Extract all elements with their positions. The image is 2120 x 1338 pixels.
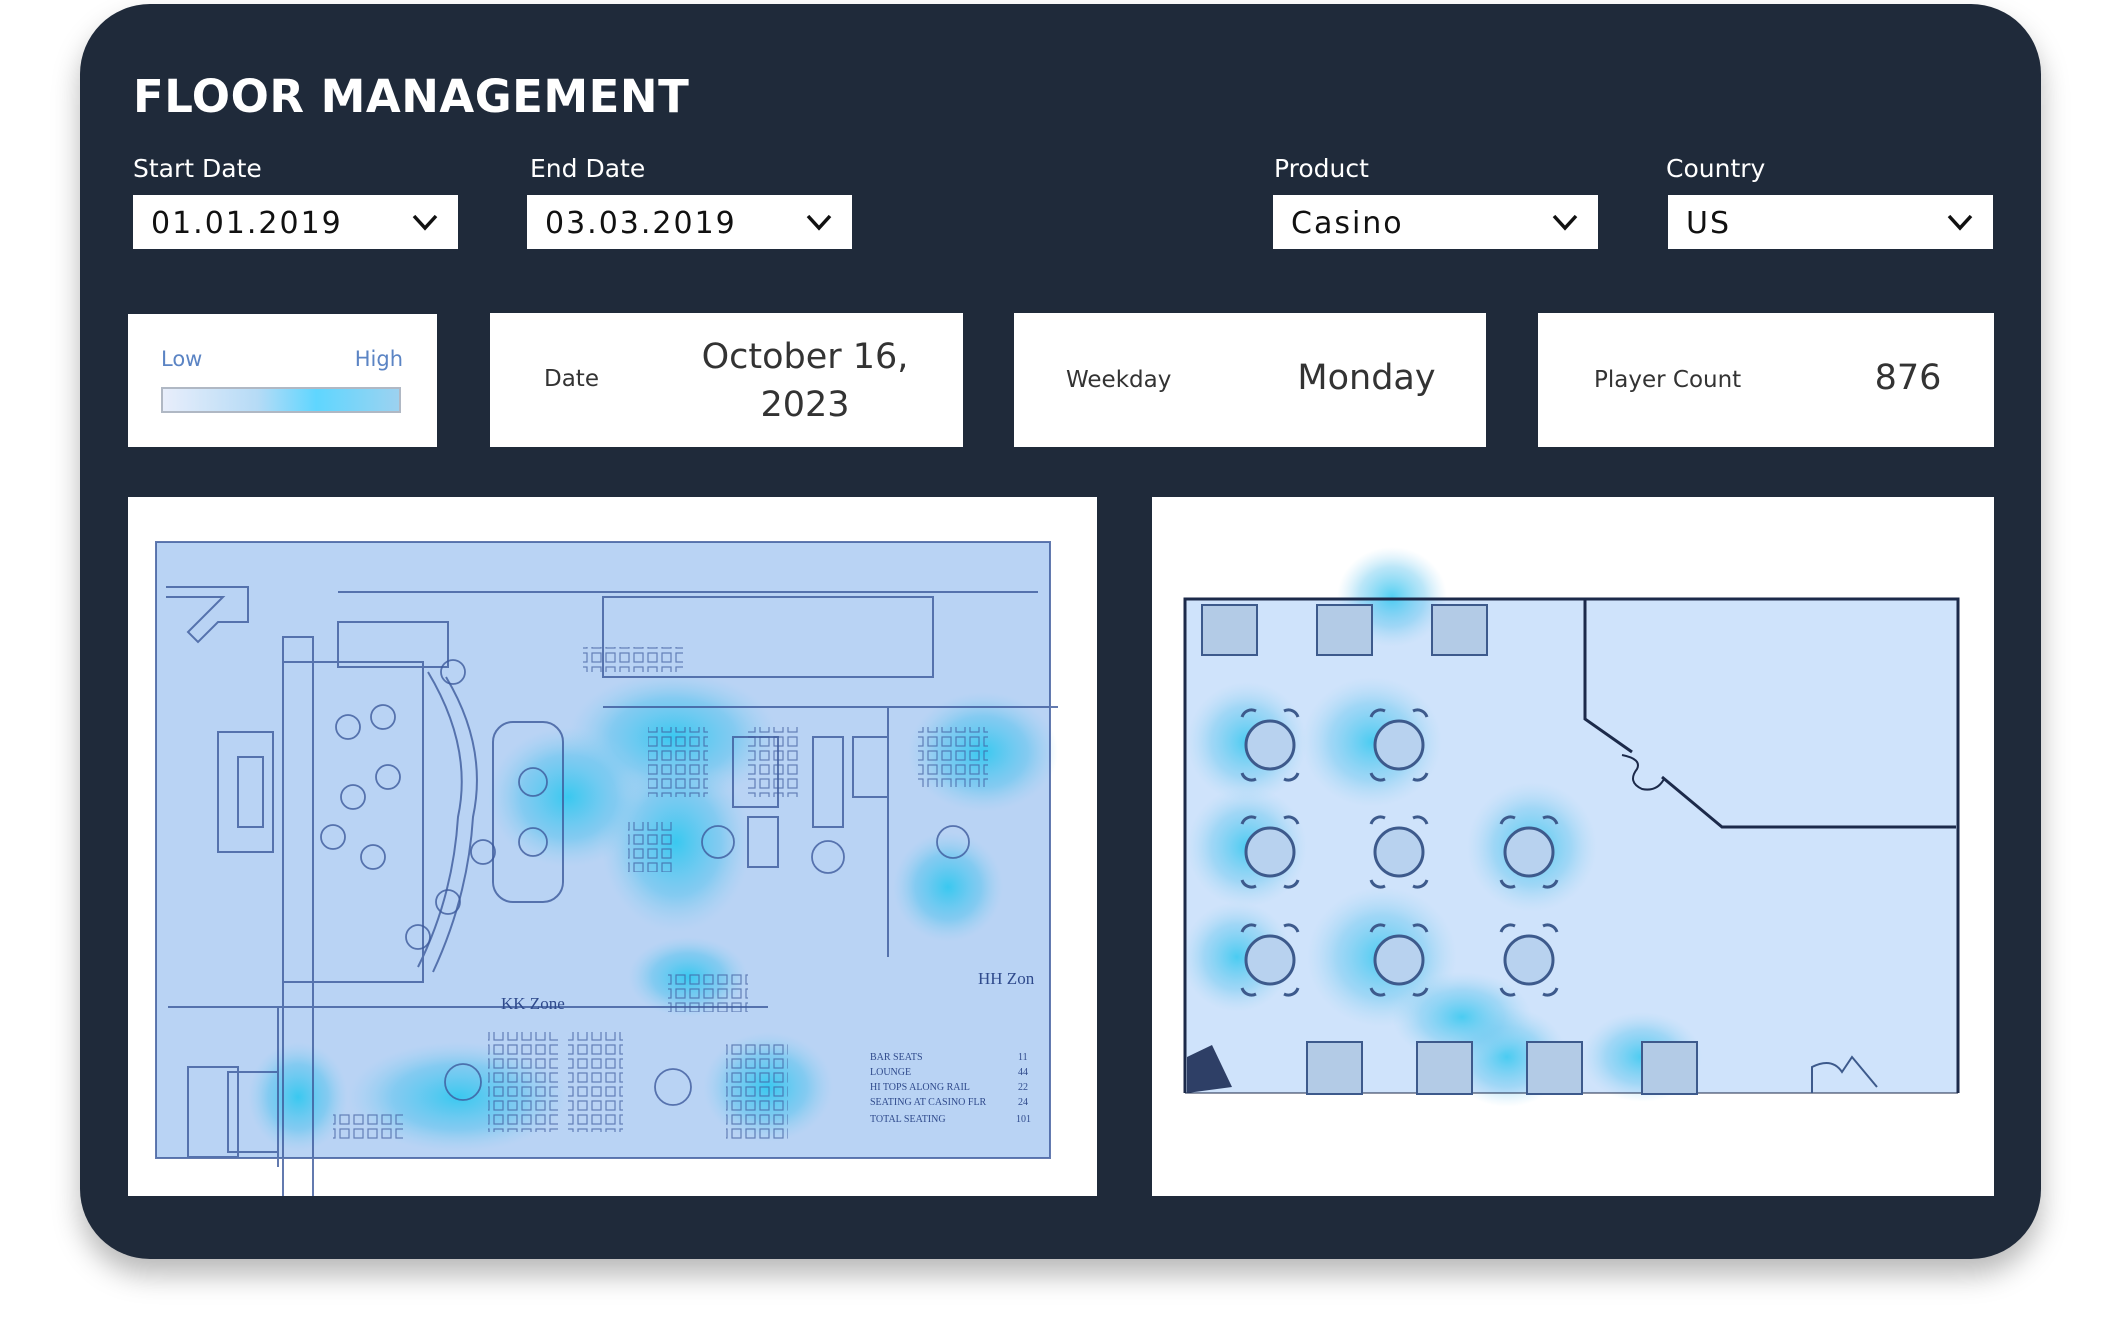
date-kpi-card: Date October 16, 2023	[490, 313, 963, 447]
kk-zone-label: KK Zone	[501, 994, 565, 1013]
chevron-down-icon	[1947, 214, 1973, 231]
legend-gradient-bar	[161, 387, 401, 413]
seating-legend-label: TOTAL SEATING	[870, 1114, 946, 1125]
casino-floor-heatmap: KK Zone HH Zon BAR SEATS 11 LOUNGE 44 HI…	[155, 541, 1058, 1196]
chevron-down-icon	[1552, 214, 1578, 231]
country-dropdown[interactable]: US	[1668, 195, 1993, 249]
start-date-label: Start Date	[133, 154, 262, 183]
seating-legend-count: 11	[1018, 1052, 1028, 1063]
page-title: FLOOR MANAGEMENT	[133, 70, 690, 123]
seating-legend-label: LOUNGE	[870, 1067, 911, 1078]
start-date-dropdown[interactable]: 01.01.2019	[133, 195, 458, 249]
legend-low-label: Low	[161, 347, 203, 371]
start-date-value: 01.01.2019	[151, 206, 343, 241]
date-kpi-label: Date	[544, 366, 599, 392]
end-date-dropdown[interactable]: 03.03.2019	[527, 195, 852, 249]
hh-zone-label: HH Zon	[978, 969, 1035, 988]
seating-legend-count: 22	[1018, 1082, 1028, 1093]
end-date-value: 03.03.2019	[545, 206, 737, 241]
player-count-kpi-value: 876	[1874, 358, 1942, 398]
player-count-kpi-card: Player Count 876	[1538, 313, 1994, 447]
seating-legend-label: BAR SEATS	[870, 1052, 923, 1063]
country-label: Country	[1666, 154, 1766, 183]
lounge-floor-heatmap-panel	[1152, 497, 1994, 1196]
product-label: Product	[1274, 154, 1369, 183]
seating-legend-label: HI TOPS ALONG RAIL	[870, 1082, 970, 1093]
casino-floor-heatmap-panel: KK Zone HH Zon BAR SEATS 11 LOUNGE 44 HI…	[128, 497, 1097, 1196]
heat-legend: Low High	[128, 314, 437, 447]
date-kpi-value: October 16, 2023	[701, 337, 909, 425]
seating-legend-label: SEATING AT CASINO FLR	[870, 1097, 987, 1108]
seating-legend-count: 101	[1016, 1114, 1031, 1125]
lounge-floor-heatmap	[1182, 547, 1960, 1107]
country-value: US	[1686, 206, 1732, 241]
legend-high-label: High	[354, 347, 403, 371]
end-date-label: End Date	[530, 154, 646, 183]
seating-legend-count: 24	[1018, 1097, 1028, 1108]
weekday-kpi-card: Weekday Monday	[1014, 313, 1486, 447]
chevron-down-icon	[412, 214, 438, 231]
weekday-kpi-value: Monday	[1297, 358, 1436, 398]
weekday-kpi-label: Weekday	[1066, 367, 1172, 393]
product-dropdown[interactable]: Casino	[1273, 195, 1598, 249]
player-count-kpi-label: Player Count	[1594, 367, 1742, 393]
chevron-down-icon	[806, 214, 832, 231]
product-value: Casino	[1291, 206, 1404, 241]
seating-legend-count: 44	[1018, 1067, 1028, 1078]
